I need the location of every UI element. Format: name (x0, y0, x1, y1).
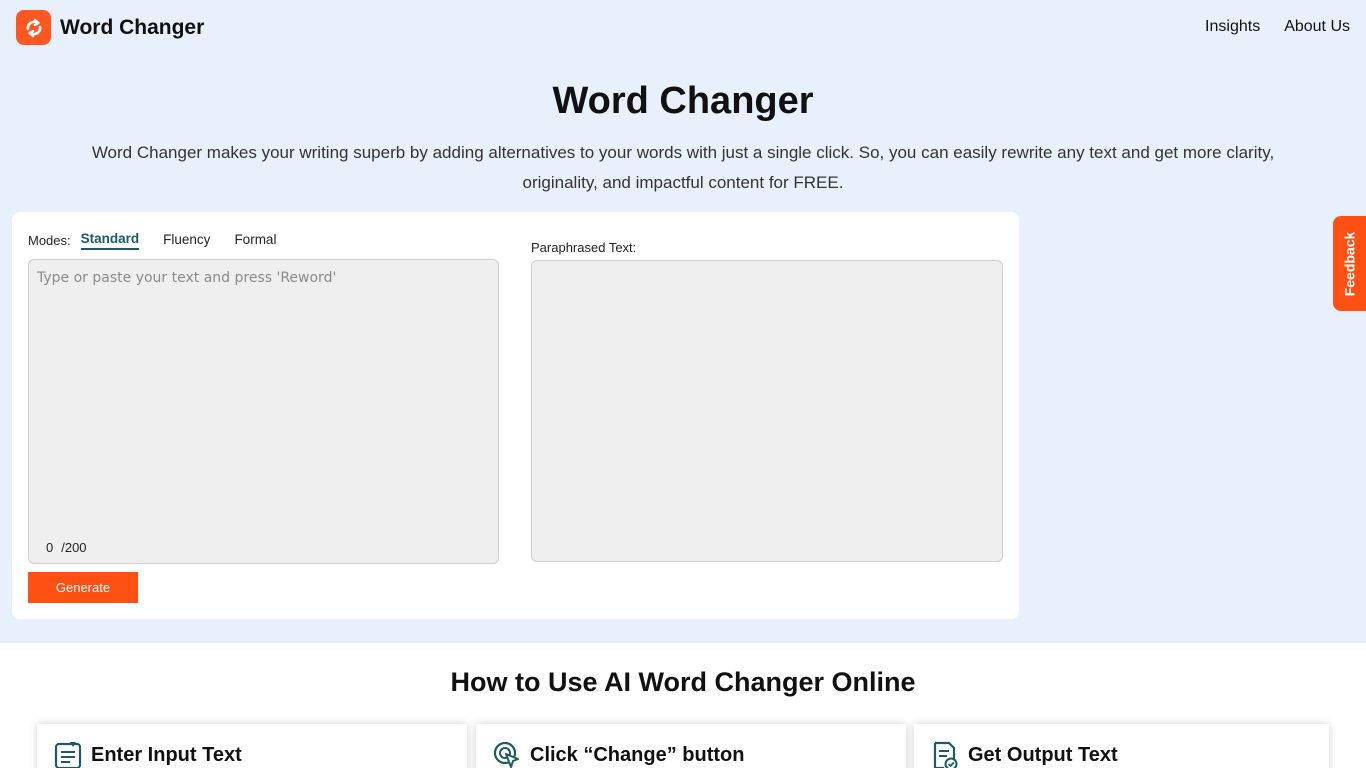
input-textarea[interactable] (29, 260, 498, 530)
feedback-tab[interactable]: Feedback (1333, 216, 1366, 311)
input-area: 0/200 (28, 259, 499, 564)
step-card-get-output: Get Output Text (914, 724, 1329, 768)
page-title: Word Changer (552, 80, 814, 122)
output-label: Paraphrased Text: (531, 240, 637, 255)
top-nav: Insights About Us (1181, 18, 1350, 36)
feedback-label: Feedback (1341, 231, 1358, 296)
mode-tab-formal[interactable]: Formal (234, 232, 276, 249)
step-title: Enter Input Text (91, 744, 242, 766)
tool-card: Modes: Standard Fluency Formal 0/200 Gen… (12, 212, 1019, 619)
click-cursor-icon (493, 741, 519, 768)
step-card-enter-input: Enter Input Text (37, 724, 467, 768)
brand[interactable]: Word Changer (16, 10, 204, 45)
mode-tab-fluency[interactable]: Fluency (163, 232, 210, 249)
char-counter: 0/200 (46, 540, 95, 555)
modes-label: Modes: (28, 233, 71, 248)
how-to-title: How to Use AI Word Changer Online (450, 667, 916, 697)
hero-section: Word Changer Insights About Us Word Chan… (0, 0, 1366, 643)
generate-button[interactable]: Generate (28, 572, 138, 603)
refresh-arrows-icon (16, 10, 51, 45)
char-count: 0 (46, 540, 54, 555)
brand-name: Word Changer (60, 15, 205, 39)
document-edit-icon (54, 742, 82, 768)
char-limit: /200 (61, 540, 87, 555)
nav-insights[interactable]: Insights (1205, 18, 1260, 36)
page-subtitle: Word Changer makes your writing superb b… (91, 143, 1275, 192)
nav-about-us[interactable]: About Us (1284, 18, 1350, 36)
document-check-icon (933, 741, 958, 768)
step-card-click-change: Click “Change” button (476, 724, 906, 768)
mode-tab-standard[interactable]: Standard (80, 231, 140, 250)
modes-bar: Modes: Standard Fluency Formal (28, 231, 300, 250)
step-title: Click “Change” button (530, 744, 745, 766)
step-title: Get Output Text (968, 744, 1118, 766)
output-area[interactable] (531, 260, 1003, 562)
